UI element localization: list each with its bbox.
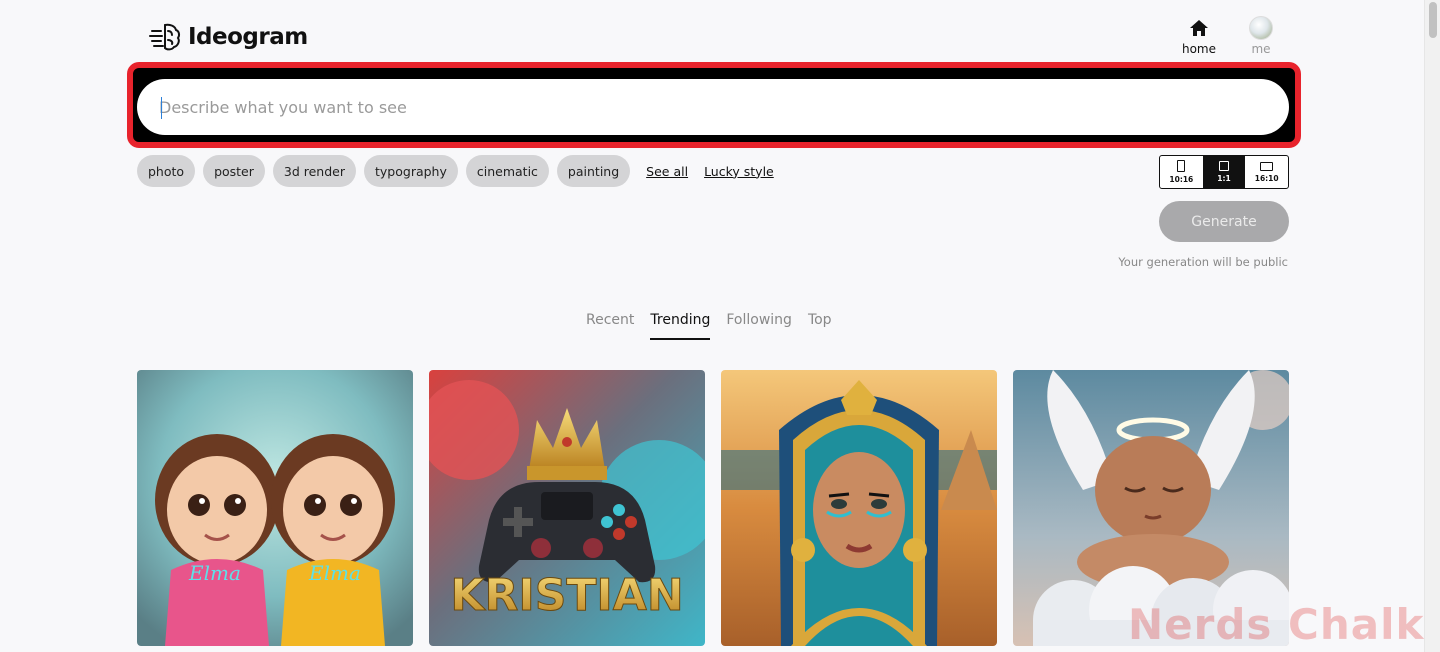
aspect-10-16-option[interactable]: 10:16 <box>1160 156 1203 188</box>
game-controller-crown-image[interactable]: KRISTIAN <box>429 370 705 646</box>
controller-crown-illustration: KRISTIAN <box>429 370 705 646</box>
public-generation-note: Your generation will be public <box>1118 255 1288 269</box>
svg-text:Elma: Elma <box>188 561 241 585</box>
brand-name: Ideogram <box>188 24 308 50</box>
prompt-container <box>137 79 1289 135</box>
nav-home[interactable]: home <box>1178 16 1220 56</box>
brain-logo-icon <box>149 23 181 51</box>
aspect-label: 16:10 <box>1254 173 1279 183</box>
portrait-ratio-icon <box>1177 160 1186 172</box>
aspect-1-1-option[interactable]: 1:1 <box>1202 156 1246 188</box>
avatar <box>1249 16 1273 40</box>
aspect-label: 10:16 <box>1169 175 1194 184</box>
nav-me-label: me <box>1251 42 1271 56</box>
chip-typography[interactable]: typography <box>364 155 458 187</box>
tab-following[interactable]: Following <box>726 312 792 340</box>
square-ratio-icon <box>1219 161 1229 171</box>
aspect-16-10-option[interactable]: 16:10 <box>1245 156 1288 188</box>
lucky-style-link[interactable]: Lucky style <box>704 164 774 179</box>
svg-text:Elma: Elma <box>308 561 361 585</box>
image-gallery: Elma Elma KRISTIAN <box>137 370 1289 646</box>
nav-home-label: home <box>1181 42 1217 56</box>
chip-photo[interactable]: photo <box>137 155 196 187</box>
see-all-link[interactable]: See all <box>646 164 688 179</box>
aspect-label: 1:1 <box>1217 174 1231 183</box>
generate-button[interactable]: Generate <box>1159 201 1289 242</box>
watermark-logo: Nerds Chalk <box>1128 600 1425 649</box>
tab-trending[interactable]: Trending <box>650 312 711 340</box>
feed-tabs: Recent Trending Following Top <box>586 312 832 340</box>
brand-logo[interactable]: Ideogram <box>148 20 308 54</box>
prompt-input[interactable] <box>137 79 1289 135</box>
tab-recent[interactable]: Recent <box>586 312 634 340</box>
chip-painting[interactable]: painting <box>556 155 631 187</box>
scrollbar-thumb[interactable] <box>1429 2 1437 38</box>
twin-girls-illustration: Elma Elma <box>137 370 413 646</box>
chip-poster[interactable]: poster <box>203 155 265 187</box>
chip-cinematic[interactable]: cinematic <box>465 155 549 187</box>
tab-top[interactable]: Top <box>808 312 832 340</box>
text-caret <box>161 97 162 119</box>
page-scrollbar[interactable] <box>1424 0 1440 652</box>
egyptian-queen-illustration <box>721 370 997 646</box>
twin-girls-hoodies-image[interactable]: Elma Elma <box>137 370 413 646</box>
home-icon <box>1187 16 1211 40</box>
chip-3d-render[interactable]: 3d render <box>272 155 356 187</box>
aspect-ratio-selector: 10:16 1:1 16:10 <box>1159 155 1289 189</box>
svg-text:KRISTIAN: KRISTIAN <box>450 570 683 621</box>
egyptian-queen-image[interactable] <box>721 370 997 646</box>
style-chips: photo poster 3d render typography cinema… <box>137 155 774 187</box>
nav-profile[interactable]: me <box>1240 16 1282 56</box>
landscape-ratio-icon <box>1260 161 1274 171</box>
